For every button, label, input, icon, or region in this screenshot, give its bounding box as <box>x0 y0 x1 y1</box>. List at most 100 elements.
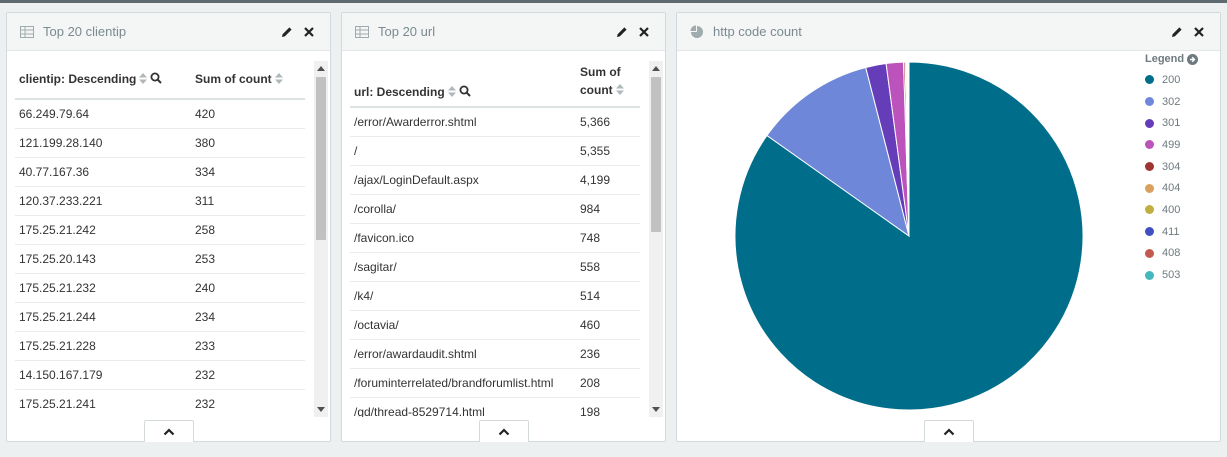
table-row[interactable]: /octavia/460 <box>350 310 640 340</box>
table-row[interactable]: 175.25.21.242 258 <box>15 215 305 245</box>
sort-icon[interactable] <box>139 72 148 87</box>
scroll-up-arrow[interactable] <box>317 66 325 71</box>
table-cell-value: 198 <box>576 397 640 417</box>
table-cell-key: 14.150.167.179 <box>15 360 191 390</box>
panel-top-clientip: Top 20 clientip clientip: Descending Sum… <box>6 12 331 442</box>
table-row[interactable]: 175.25.20.143 253 <box>15 244 305 274</box>
table-cell-key: /ajax/LoginDefault.aspx <box>350 165 576 195</box>
table-row[interactable]: 175.25.21.244 234 <box>15 302 305 332</box>
legend-item[interactable]: 404 <box>1145 177 1198 199</box>
legend-swatch <box>1145 183 1154 193</box>
legend-swatch <box>1145 270 1154 280</box>
collapse-button[interactable] <box>924 420 974 442</box>
sort-icon[interactable] <box>447 85 456 100</box>
search-icon[interactable] <box>150 72 163 87</box>
edit-pencil-icon[interactable] <box>1168 23 1186 41</box>
column-header-sum[interactable]: Sum of count <box>191 61 305 100</box>
legend-item[interactable]: 304 <box>1145 156 1198 178</box>
table-row[interactable]: 14.150.167.179 232 <box>15 360 305 390</box>
clientip-table-wrap: clientip: Descending Sum of count 66.249… <box>15 61 305 417</box>
legend-item[interactable]: 200 <box>1145 69 1198 91</box>
table-row[interactable]: 175.25.21.241 232 <box>15 389 305 417</box>
legend-item[interactable]: 411 <box>1145 221 1198 243</box>
search-icon[interactable] <box>459 85 471 100</box>
url-table: url: Descending Sum of count /error/Awar… <box>350 61 640 417</box>
table-row[interactable]: /error/awardaudit.shtml 236 <box>350 339 640 369</box>
table-cell-key: /octavia/ <box>350 310 576 340</box>
legend-swatch <box>1145 140 1154 150</box>
table-cell-key: /k4/ <box>350 281 576 311</box>
table-row[interactable]: /error/Awarderror.shtml 5,366 <box>350 107 640 137</box>
table-row[interactable]: 175.25.21.232 240 <box>15 273 305 303</box>
panel-title: http code count <box>713 24 802 39</box>
legend-swatch <box>1145 205 1154 215</box>
table-row[interactable]: 120.37.233.221 311 <box>15 186 305 216</box>
close-icon[interactable] <box>635 23 653 41</box>
table-cell-key: 120.37.233.221 <box>15 186 191 216</box>
table-row[interactable]: 121.199.28.140 380 <box>15 128 305 158</box>
panel-http-code-count: http code count Legend 200 302 301 499 304 40… <box>676 12 1221 442</box>
scrollbar[interactable] <box>314 61 328 417</box>
table-icon <box>354 24 370 40</box>
column-header-sum[interactable]: Sum of count <box>576 61 640 108</box>
table-row[interactable]: /gd/thread-8529714.html 198 <box>350 397 640 417</box>
table-row[interactable]: /k4/514 <box>350 281 640 311</box>
sort-icon[interactable] <box>615 82 624 100</box>
table-cell-value: 558 <box>576 252 640 282</box>
table-cell-value: 232 <box>191 360 305 390</box>
edit-pencil-icon[interactable] <box>278 23 296 41</box>
arrow-circle-right-icon[interactable] <box>1187 53 1199 65</box>
table-row[interactable]: /foruminterrelated/brandforumlist.html 20… <box>350 368 640 398</box>
legend-title[interactable]: Legend <box>1145 53 1199 65</box>
sort-icon[interactable] <box>274 72 283 87</box>
scroll-thumb[interactable] <box>316 77 326 240</box>
close-icon[interactable] <box>300 23 318 41</box>
table-cell-key: /error/awardaudit.shtml <box>350 339 576 369</box>
legend-label: 408 <box>1162 247 1181 260</box>
table-row[interactable]: /corolla/984 <box>350 194 640 224</box>
table-cell-value: 460 <box>576 310 640 340</box>
legend-item[interactable]: 400 <box>1145 199 1198 221</box>
scroll-up-arrow[interactable] <box>652 66 660 71</box>
table-row[interactable]: 40.77.167.36 334 <box>15 157 305 187</box>
legend-item[interactable]: 301 <box>1145 112 1198 134</box>
table-cell-value: 380 <box>191 128 305 158</box>
table-row[interactable]: 66.249.79.64 420 <box>15 99 305 129</box>
scroll-down-arrow[interactable] <box>652 407 660 412</box>
table-cell-key: /foruminterrelated/brandforumlist.html <box>350 368 576 398</box>
table-cell-key: 175.25.21.244 <box>15 302 191 332</box>
table-cell-value: 748 <box>576 223 640 253</box>
table-cell-key: 175.25.21.242 <box>15 215 191 245</box>
legend-label: 400 <box>1162 203 1181 216</box>
legend-swatch <box>1145 162 1154 172</box>
column-header-clientip[interactable]: clientip: Descending <box>15 61 191 100</box>
table-row[interactable]: /favicon.ico 748 <box>350 223 640 253</box>
scroll-down-arrow[interactable] <box>317 407 325 412</box>
legend-item[interactable]: 302 <box>1145 91 1198 113</box>
legend-swatch <box>1145 118 1154 128</box>
legend-title-label: Legend <box>1145 53 1185 65</box>
legend-item[interactable]: 408 <box>1145 243 1198 265</box>
legend-item[interactable]: 503 <box>1145 264 1198 286</box>
legend-label: 302 <box>1162 95 1181 108</box>
panel-header: Top 20 clientip <box>7 13 330 51</box>
panel-header: Top 20 url <box>342 13 665 51</box>
panel-title: Top 20 url <box>378 24 436 39</box>
table-cell-key: 40.77.167.36 <box>15 157 191 187</box>
legend-swatch <box>1145 97 1154 107</box>
legend-item[interactable]: 499 <box>1145 134 1198 156</box>
scroll-thumb[interactable] <box>651 77 661 232</box>
table-row[interactable]: /5,355 <box>350 136 640 166</box>
table-row[interactable]: /sagitar/558 <box>350 252 640 282</box>
column-header-url[interactable]: url: Descending <box>350 61 576 108</box>
column-header-label-line1: Sum of <box>580 65 621 80</box>
table-row[interactable]: 175.25.21.228 233 <box>15 331 305 361</box>
collapse-button[interactable] <box>479 420 529 442</box>
scrollbar[interactable] <box>649 61 663 417</box>
close-icon[interactable] <box>1190 23 1208 41</box>
table-cell-key: /sagitar/ <box>350 252 576 282</box>
edit-pencil-icon[interactable] <box>613 23 631 41</box>
collapse-button[interactable] <box>144 420 194 442</box>
table-cell-value: 236 <box>576 339 640 369</box>
table-row[interactable]: /ajax/LoginDefault.aspx 4,199 <box>350 165 640 195</box>
